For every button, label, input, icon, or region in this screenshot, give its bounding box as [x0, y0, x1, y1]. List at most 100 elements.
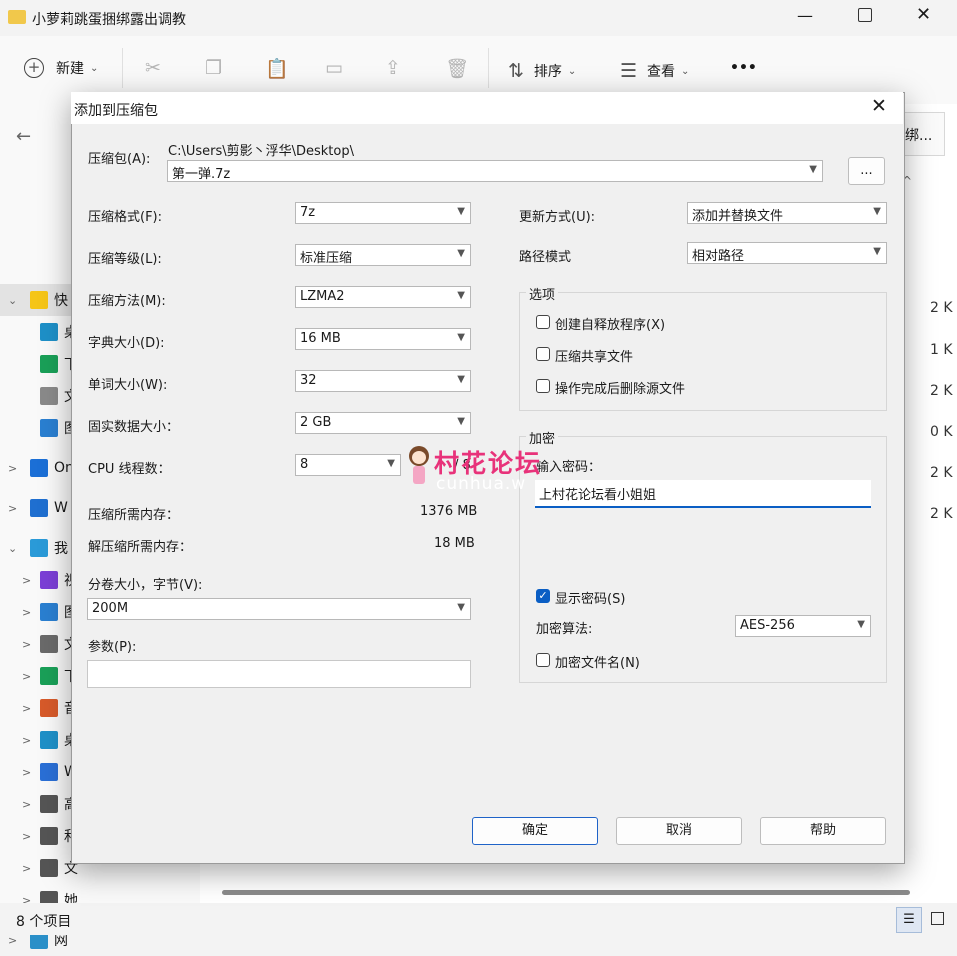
view-label: 查看: [647, 64, 676, 80]
shared-checkbox[interactable]: [536, 347, 550, 361]
close-window-button[interactable]: ✕: [916, 4, 931, 25]
enc-method-combo[interactable]: AES-256 ▼: [735, 615, 871, 637]
more-button[interactable]: •••: [730, 60, 757, 76]
show-password-checkbox[interactable]: ✓: [536, 589, 550, 603]
nav-item-icon: [40, 355, 58, 373]
level-label: 压缩等级(L):: [88, 252, 162, 267]
minimize-button[interactable]: —: [790, 6, 820, 25]
chevron-right-icon[interactable]: >: [22, 638, 31, 651]
delete-after-checkbox[interactable]: [536, 379, 550, 393]
method-value: LZMA2: [300, 289, 345, 304]
chevron-right-icon[interactable]: >: [22, 606, 31, 619]
status-bar: 8 个项目 ☰: [0, 903, 957, 935]
share-icon[interactable]: ⇪: [385, 57, 401, 79]
paste-icon[interactable]: 📋: [265, 57, 289, 80]
word-combo[interactable]: 32 ▼: [295, 370, 471, 392]
file-size: 0 K: [930, 424, 953, 440]
encrypt-names-checkbox[interactable]: [536, 653, 550, 667]
chevron-right-icon[interactable]: >: [22, 734, 31, 747]
sort-button[interactable]: ⇅ 排序 ⌄: [508, 60, 576, 82]
chevron-down-icon[interactable]: ⌄: [8, 294, 17, 307]
ok-button[interactable]: 确定: [472, 817, 598, 845]
nav-item-icon: [40, 635, 58, 653]
dialog-close-button[interactable]: ✕: [871, 95, 887, 117]
path-mode-combo[interactable]: 相对路径 ▼: [687, 242, 887, 264]
nav-item-icon: [40, 667, 58, 685]
nav-item-icon: [40, 795, 58, 813]
chevron-down-icon: ▼: [387, 458, 395, 469]
level-combo[interactable]: 标准压缩 ▼: [295, 244, 471, 266]
mem-decomp-label: 解压缩所需内存：: [88, 540, 193, 555]
details-view-button[interactable]: ☰: [896, 907, 922, 933]
volume-value: 200M: [92, 601, 129, 616]
copy-icon[interactable]: ❐: [205, 57, 222, 79]
format-combo[interactable]: 7z ▼: [295, 202, 471, 224]
sfx-checkbox[interactable]: [536, 315, 550, 329]
new-label: 新建: [56, 61, 84, 77]
word-label: 单词大小(W):: [88, 378, 168, 393]
chevron-right-icon[interactable]: >: [22, 702, 31, 715]
volume-combo[interactable]: 200M ▼: [87, 598, 471, 620]
nav-item-icon: [40, 699, 58, 717]
chevron-right-icon[interactable]: >: [22, 830, 31, 843]
chevron-down-icon: ▼: [873, 246, 881, 257]
maximize-button[interactable]: [858, 8, 872, 22]
rename-icon[interactable]: ▭: [325, 57, 343, 79]
params-input[interactable]: [87, 660, 471, 688]
show-password-label: 显示密码(S): [555, 592, 626, 607]
item-count: 8 个项目: [16, 914, 72, 930]
nav-item-icon: [30, 291, 48, 309]
nav-item-icon: [40, 827, 58, 845]
chevron-right-icon[interactable]: >: [22, 862, 31, 875]
nav-item-label: 快: [54, 293, 68, 309]
browse-button[interactable]: ...: [848, 157, 885, 185]
tiles-view-button[interactable]: [931, 912, 944, 925]
chevron-right-icon[interactable]: >: [8, 462, 17, 475]
update-label: 更新方式(U):: [519, 210, 596, 225]
chevron-down-icon: ⌄: [567, 65, 577, 77]
cut-icon[interactable]: ✂: [145, 57, 161, 79]
word-value: 32: [300, 373, 317, 388]
chevron-right-icon[interactable]: >: [22, 766, 31, 779]
chevron-right-icon[interactable]: >: [8, 502, 17, 515]
back-icon[interactable]: ←: [16, 126, 31, 147]
nav-item-icon: [40, 571, 58, 589]
format-label: 压缩格式(F):: [88, 210, 163, 225]
dialog-title: 添加到压缩包: [74, 103, 158, 119]
dict-combo[interactable]: 16 MB ▼: [295, 328, 471, 350]
archive-label: 压缩包(A):: [88, 152, 151, 167]
nav-item-icon: [40, 387, 58, 405]
password-label: 输入密码：: [536, 460, 602, 475]
password-input[interactable]: 上村花论坛看小姐姐: [535, 480, 871, 508]
chevron-right-icon[interactable]: >: [22, 798, 31, 811]
sort-label: 排序: [533, 64, 562, 80]
delete-icon[interactable]: 🗑: [445, 57, 469, 80]
chevron-right-icon[interactable]: >: [8, 934, 17, 947]
horizontal-scrollbar[interactable]: [222, 890, 910, 895]
cancel-button[interactable]: 取消: [616, 817, 742, 845]
method-combo[interactable]: LZMA2 ▼: [295, 286, 471, 308]
update-combo[interactable]: 添加并替换文件 ▼: [687, 202, 887, 224]
cpu-combo[interactable]: 8 ▼: [295, 454, 401, 476]
view-button[interactable]: ☰ 查看 ⌄: [620, 60, 689, 82]
mem-comp-value: 1376 MB: [420, 504, 478, 519]
search-box[interactable]: 绑...: [900, 112, 945, 156]
solid-combo[interactable]: 2 GB ▼: [295, 412, 471, 434]
chevron-down-icon: ▼: [457, 248, 465, 259]
chevron-down-icon: ▼: [457, 416, 465, 427]
help-button[interactable]: 帮助: [760, 817, 886, 845]
sfx-label: 创建自释放程序(X): [555, 318, 666, 333]
chevron-down-icon: ▼: [457, 206, 465, 217]
volume-label: 分卷大小，字节(V):: [88, 578, 203, 593]
new-button[interactable]: + 新建 ⌄: [24, 58, 98, 78]
file-size: 1 K: [930, 342, 953, 358]
method-label: 压缩方法(M):: [88, 294, 166, 309]
chevron-down-icon[interactable]: ⌄: [8, 542, 17, 555]
archive-name-combo[interactable]: 第一弹.7z ▼: [167, 160, 823, 182]
chevron-right-icon[interactable]: >: [22, 670, 31, 683]
level-value: 标准压缩: [300, 251, 353, 266]
nav-item-icon: [40, 419, 58, 437]
toolbar-divider: [122, 48, 123, 88]
file-size: 2 K: [930, 383, 953, 399]
chevron-right-icon[interactable]: >: [22, 574, 31, 587]
